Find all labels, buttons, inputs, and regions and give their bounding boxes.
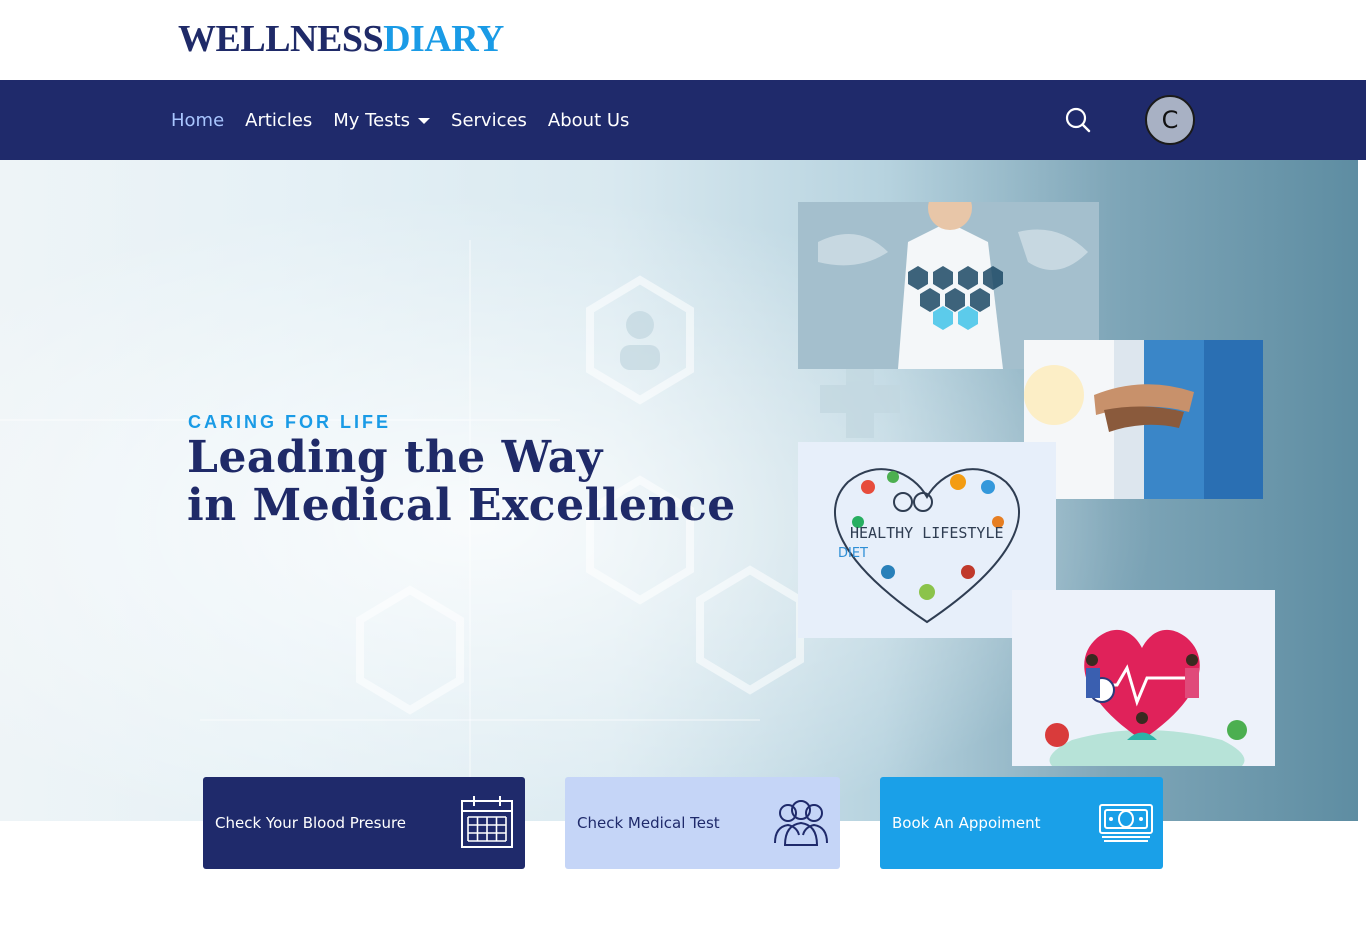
calendar-icon — [460, 795, 514, 853]
nav-item-my-tests[interactable]: My Tests — [333, 109, 431, 131]
nav-item-services[interactable]: Services — [451, 110, 527, 131]
teamwork-hands-image — [1024, 340, 1263, 499]
nav-label-my-tests: My Tests — [333, 109, 411, 131]
logo-part-wellness: WELLNESS — [178, 18, 384, 60]
lifestyle-caption: HEALTHY LIFESTYLE — [850, 524, 1004, 542]
card-label-blood-pressure: Check Your Blood Presure — [215, 814, 407, 832]
heart-health-illustration-image — [1012, 590, 1275, 766]
nav-label-services: Services — [451, 109, 527, 131]
nav-menu: Home Articles My Tests Services About Us — [171, 80, 650, 160]
search-icon[interactable] — [1064, 106, 1092, 134]
chevron-down-icon — [418, 118, 431, 124]
card-label-book-appointment: Book An Appoiment — [892, 814, 1041, 832]
nav-item-home[interactable]: Home — [171, 110, 224, 131]
brand-bar: WELLNESSDIARY — [0, 0, 1366, 80]
hero-section: CARING FOR LIFE Leading the Way in Medic… — [0, 160, 1358, 821]
nav-item-articles[interactable]: Articles — [245, 110, 312, 131]
hero-title: Leading the Way in Medical Excellence — [187, 434, 736, 530]
user-avatar[interactable]: C — [1145, 95, 1195, 145]
nav-label-home: Home — [171, 109, 225, 131]
logo-part-diary: DIARY — [383, 18, 504, 60]
hero-title-line-2: in Medical Excellence — [187, 480, 736, 531]
hero-title-line-1: Leading the Way — [187, 432, 603, 483]
money-icon — [1098, 803, 1154, 847]
users-icon — [773, 799, 829, 851]
nav-label-articles: Articles — [245, 109, 313, 131]
hero-eyebrow: CARING FOR LIFE — [188, 412, 391, 432]
check-blood-pressure-card[interactable]: Check Your Blood Presure — [203, 777, 525, 869]
avatar-initial: C — [1161, 106, 1179, 134]
check-medical-test-card[interactable]: Check Medical Test — [565, 777, 840, 869]
book-appointment-card[interactable]: Book An Appoiment — [880, 777, 1163, 869]
nav-item-about-us[interactable]: About Us — [548, 110, 630, 131]
card-label-medical-test: Check Medical Test — [577, 814, 720, 832]
svg-text:DIET: DIET — [838, 546, 868, 561]
site-logo[interactable]: WELLNESSDIARY — [178, 18, 504, 60]
nav-label-about-us: About Us — [547, 109, 630, 131]
